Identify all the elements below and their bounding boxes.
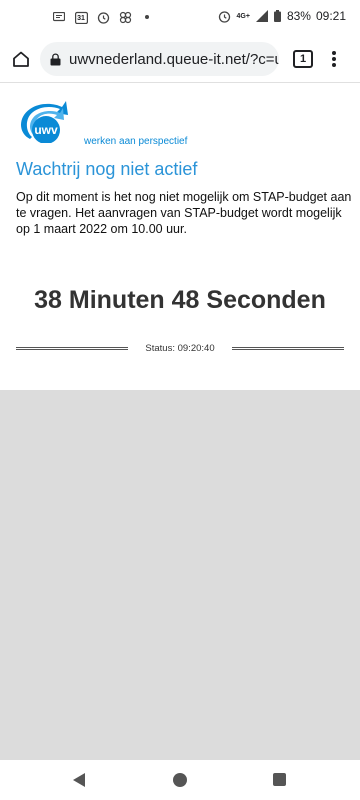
menu-dot-icon (332, 51, 336, 55)
notification-icons: 31 (52, 10, 154, 24)
status-bar: 31 4G+ 83% 09:21 (0, 0, 360, 36)
overflow-menu-button[interactable] (325, 48, 343, 70)
empty-page-area (0, 390, 360, 760)
calendar-day: 31 (77, 14, 85, 22)
home-icon (13, 51, 29, 67)
menu-dot-icon (332, 63, 336, 67)
uwv-logo[interactable]: uwv werken aan perspectief (16, 99, 187, 147)
pinwheel-icon (118, 10, 132, 24)
calendar-icon: 31 (74, 10, 88, 24)
battery-level: 83% (286, 9, 311, 23)
system-nav-bar (0, 760, 360, 800)
back-icon[interactable] (72, 772, 86, 788)
logo-tagline: werken aan perspectief (84, 136, 188, 147)
status-divider-left (16, 346, 129, 350)
menu-dot-icon (332, 57, 336, 61)
lock-icon (50, 52, 61, 66)
alarm-icon (218, 9, 232, 23)
svg-text:uwv: uwv (34, 123, 58, 137)
battery-icon (274, 9, 282, 23)
page-title: Wachtrij nog niet actief (16, 159, 198, 179)
alarm-icon (96, 10, 110, 24)
status-timestamp: Status: 09:20:40 (145, 342, 215, 354)
countdown-timer: 38 Minuten 48 Seconden (34, 286, 326, 314)
status-row: Status: 09:20:40 (16, 341, 345, 355)
system-icons: 4G+ 83% 09:21 (218, 9, 346, 23)
message-icon (52, 10, 66, 24)
signal-icon (255, 9, 269, 23)
clock: 09:21 (315, 9, 346, 23)
home-button[interactable] (8, 46, 34, 72)
network-type: 4G+ (236, 12, 250, 20)
home-circle-icon[interactable] (173, 773, 187, 787)
queue-page: uwv werken aan perspectief Wachtrij nog … (0, 83, 360, 390)
recent-apps-icon[interactable] (273, 773, 286, 786)
intro-text: Op dit moment is het nog niet mogelijk o… (16, 190, 352, 236)
dot-icon (140, 10, 154, 24)
url-text: uwvnederland.queue-it.net/?c=uwv (69, 50, 279, 68)
tab-switcher-button[interactable]: 1 (293, 50, 313, 68)
browser-toolbar: uwvnederland.queue-it.net/?c=uwv 1 (0, 36, 360, 82)
uwv-swoosh-icon: uwv (21, 101, 68, 144)
status-divider-right (231, 346, 345, 350)
address-bar[interactable]: uwvnederland.queue-it.net/?c=uwv (40, 42, 279, 76)
